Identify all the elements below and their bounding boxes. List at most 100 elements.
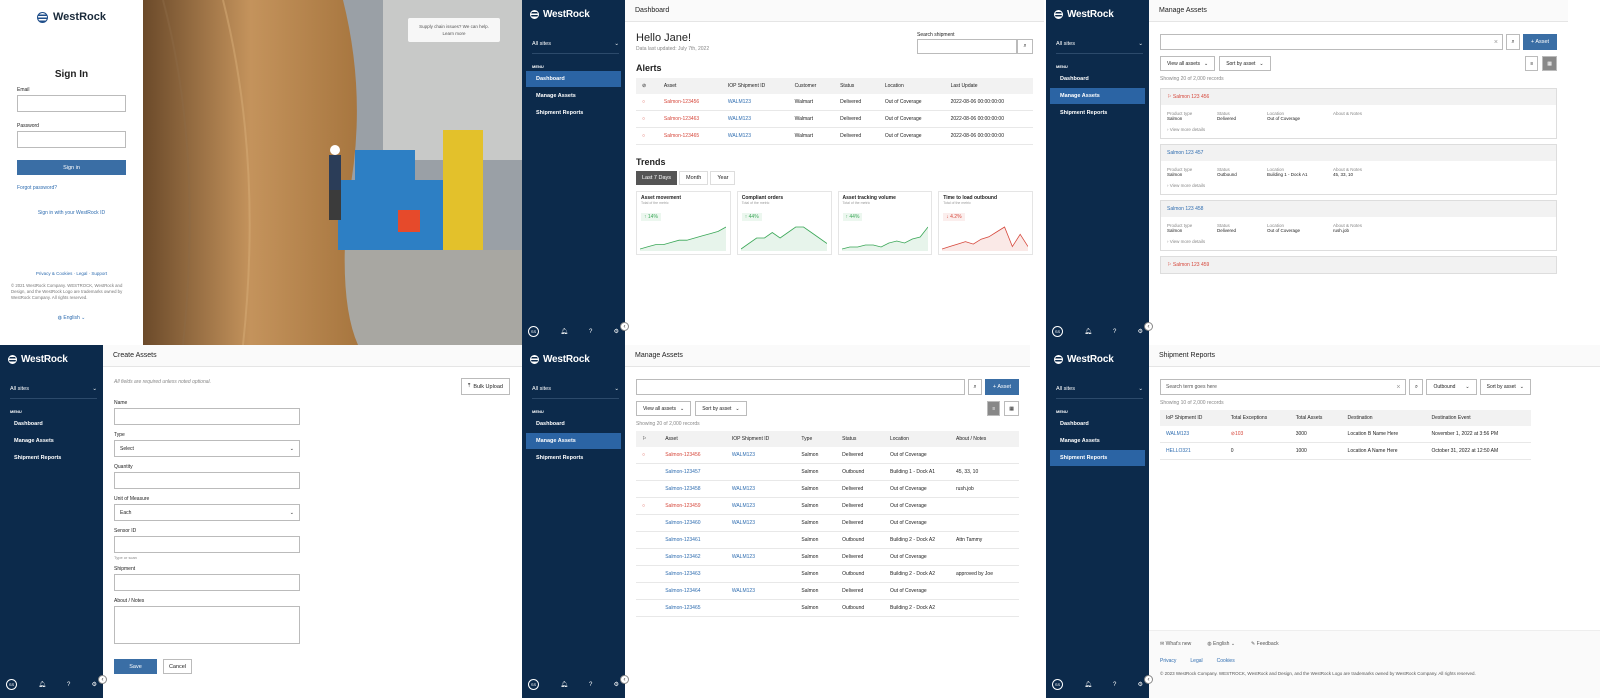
col-exceptions[interactable]: Total Exceptions bbox=[1224, 410, 1290, 426]
table-row[interactable]: Salmon-123465 Salmon Outbound Building 2 - … bbox=[636, 599, 1019, 617]
shipment-id-link[interactable]: HELLO321 bbox=[1160, 442, 1225, 460]
avatar[interactable]: SS bbox=[1052, 326, 1063, 337]
collapse-sidebar-button[interactable]: ‹ bbox=[620, 322, 629, 331]
asset-card-header[interactable]: ⚐ Salmon 123 456 bbox=[1161, 89, 1556, 105]
collapse-sidebar-button[interactable]: ‹ bbox=[1144, 675, 1153, 684]
clear-icon[interactable]: × bbox=[1396, 384, 1400, 391]
name-field[interactable] bbox=[114, 408, 300, 425]
col-iop[interactable]: IOP Shipment ID bbox=[725, 431, 796, 447]
bell-icon[interactable]: 🔔︎ bbox=[38, 681, 46, 688]
save-button[interactable]: Save bbox=[114, 659, 157, 674]
list-view-icon[interactable]: ≡ bbox=[1525, 56, 1539, 71]
bulk-upload-button[interactable]: ⤒ Bulk Upload bbox=[460, 378, 510, 395]
col-type[interactable]: Type bbox=[795, 431, 837, 447]
sidebar-item-manage-assets[interactable]: Manage Assets bbox=[526, 88, 621, 104]
iop-link[interactable]: WALM123 bbox=[725, 548, 796, 566]
asset-card-header[interactable]: ⚐ Salmon 123 459 bbox=[1161, 257, 1556, 273]
help-icon[interactable]: ? bbox=[589, 682, 592, 688]
site-selector[interactable]: All sites ⌄ bbox=[1056, 41, 1143, 54]
table-row[interactable]: Salmon-123463 Salmon Outbound Building 2 - … bbox=[636, 565, 1019, 583]
sidebar-item-shipment-reports[interactable]: Shipment Reports bbox=[1050, 105, 1145, 121]
collapse-sidebar-button[interactable]: ‹ bbox=[1144, 322, 1153, 331]
asset-name[interactable]: Salmon 123 459 bbox=[1173, 262, 1209, 268]
bell-icon[interactable]: 🔔︎ bbox=[560, 328, 568, 335]
help-icon[interactable]: ? bbox=[1113, 682, 1116, 688]
sort-dropdown[interactable]: Sort by asset ⌄ bbox=[1219, 56, 1271, 71]
gear-icon[interactable]: ⚙︎ bbox=[614, 328, 619, 335]
list-view-icon[interactable]: ≡ bbox=[987, 401, 1001, 416]
col-destination-event[interactable]: Destination Event bbox=[1425, 410, 1531, 426]
iop-link[interactable]: WALM123 bbox=[721, 94, 789, 111]
filter-dropdown[interactable]: View all assets ⌄ bbox=[636, 401, 692, 416]
gear-icon[interactable]: ⚙︎ bbox=[614, 681, 619, 688]
gear-icon[interactable]: ⚙︎ bbox=[1138, 681, 1143, 688]
alert-row[interactable]: ○ Salmon-123465 WALM123 Walmart Delivered Out… bbox=[636, 127, 1033, 145]
asset-card-header[interactable]: Salmon 123 458 bbox=[1161, 201, 1556, 217]
whats-new-link[interactable]: ✉︎ What's new bbox=[1160, 641, 1191, 647]
password-field[interactable] bbox=[17, 131, 126, 148]
iop-link[interactable] bbox=[725, 565, 796, 583]
type-select[interactable]: Select ⌄ bbox=[114, 440, 300, 457]
site-selector[interactable]: All sites ⌄ bbox=[532, 41, 619, 54]
asset-card[interactable]: ⚐ Salmon 123 459 bbox=[1160, 256, 1557, 274]
search-input[interactable] bbox=[917, 39, 1017, 54]
sidebar-item-dashboard[interactable]: Dashboard bbox=[4, 416, 99, 432]
asset-link[interactable]: Salmon-123456 bbox=[659, 447, 726, 464]
bell-icon[interactable]: 🔔︎ bbox=[1084, 328, 1092, 335]
legal-link[interactable]: Legal bbox=[1190, 658, 1202, 664]
trend-card[interactable]: Compliant orders Total of the metric ↑ 44% bbox=[736, 191, 832, 255]
sidebar-item-shipment-reports[interactable]: Shipment Reports bbox=[526, 105, 621, 121]
avatar[interactable]: SS bbox=[1052, 679, 1063, 690]
col-total-assets[interactable]: Total Assets bbox=[1289, 410, 1342, 426]
site-selector[interactable]: All sites ⌄ bbox=[532, 386, 619, 399]
forgot-password-link[interactable]: Forgot password? bbox=[17, 185, 126, 191]
search-input[interactable]: × bbox=[1160, 34, 1503, 50]
sidebar-item-manage-assets[interactable]: Manage Assets bbox=[526, 433, 621, 449]
sidebar-item-manage-assets[interactable]: Manage Assets bbox=[1050, 88, 1145, 104]
iop-link[interactable] bbox=[725, 463, 796, 481]
grid-view-icon[interactable]: ▦ bbox=[1542, 56, 1557, 71]
grid-view-icon[interactable]: ▦ bbox=[1004, 401, 1019, 416]
table-row[interactable]: Salmon-123461 Salmon Outbound Building 2 - … bbox=[636, 531, 1019, 549]
shipment-id-link[interactable]: WALM123 bbox=[1160, 426, 1225, 443]
table-row[interactable]: ○ Salmon-123459 WALM123 Salmon Delivered Out … bbox=[636, 497, 1019, 515]
asset-card[interactable]: Salmon 123 457 Product type Salmon Status Ou… bbox=[1160, 144, 1557, 195]
tab-month[interactable]: Month bbox=[679, 171, 709, 185]
sidebar-item-manage-assets[interactable]: Manage Assets bbox=[4, 433, 99, 449]
asset-card[interactable]: ⚐ Salmon 123 456 Product type Salmon Status… bbox=[1160, 88, 1557, 139]
col-shipment-id[interactable]: IoP Shipment ID bbox=[1160, 410, 1225, 426]
iop-link[interactable]: WALM123 bbox=[725, 582, 796, 600]
asset-name[interactable]: Salmon 123 457 bbox=[1167, 150, 1203, 156]
site-selector[interactable]: All sites ⌄ bbox=[10, 386, 97, 399]
asset-name[interactable]: Salmon 123 458 bbox=[1167, 206, 1203, 212]
sidebar-item-dashboard[interactable]: Dashboard bbox=[526, 71, 621, 87]
col-status[interactable]: Status bbox=[836, 431, 884, 447]
asset-link[interactable]: Salmon-123459 bbox=[659, 497, 726, 515]
tab-year[interactable]: Year bbox=[710, 171, 736, 185]
table-row[interactable]: WALM123 ⊘103 3000 Location B Name Here Novem… bbox=[1160, 426, 1531, 443]
asset-link[interactable]: Salmon-123461 bbox=[659, 531, 726, 549]
asset-name[interactable]: Salmon 123 456 bbox=[1173, 94, 1209, 100]
iop-link[interactable] bbox=[725, 531, 796, 549]
email-field[interactable] bbox=[17, 95, 126, 112]
sso-link[interactable]: Sign in with your WestRock ID bbox=[17, 210, 126, 216]
alert-row[interactable]: ○ Salmon-123456 WALM123 Walmart Delivered Out… bbox=[636, 94, 1033, 111]
language-selector[interactable]: ◍ English ⌄ bbox=[1207, 641, 1235, 647]
help-icon[interactable]: ? bbox=[1113, 329, 1116, 335]
view-more-details-link[interactable]: › View more details bbox=[1161, 233, 1556, 250]
view-more-details-link[interactable]: › View more details bbox=[1161, 121, 1556, 138]
cookies-link[interactable]: Cookies bbox=[1217, 658, 1235, 664]
sidebar-item-dashboard[interactable]: Dashboard bbox=[1050, 416, 1145, 432]
asset-link[interactable]: Salmon-123463 bbox=[659, 565, 726, 583]
trend-card[interactable]: Asset movement Total of the metric ↑ 14% bbox=[636, 191, 731, 255]
avatar[interactable]: SS bbox=[528, 326, 539, 337]
shipment-field[interactable] bbox=[114, 574, 300, 591]
table-row[interactable]: Salmon-123462 WALM123 Salmon Delivered Out o… bbox=[636, 548, 1019, 566]
col-destination[interactable]: Destination bbox=[1341, 410, 1426, 426]
add-asset-button[interactable]: + Asset bbox=[985, 379, 1019, 395]
table-row[interactable]: Salmon-123458 WALM123 Salmon Delivered Out o… bbox=[636, 480, 1019, 498]
cancel-button[interactable]: Cancel bbox=[163, 659, 192, 674]
privacy-link[interactable]: Privacy bbox=[1160, 658, 1176, 664]
table-row[interactable]: Salmon-123457 Salmon Outbound Building 1 - … bbox=[636, 463, 1019, 481]
collapse-sidebar-button[interactable]: ‹ bbox=[98, 675, 107, 684]
